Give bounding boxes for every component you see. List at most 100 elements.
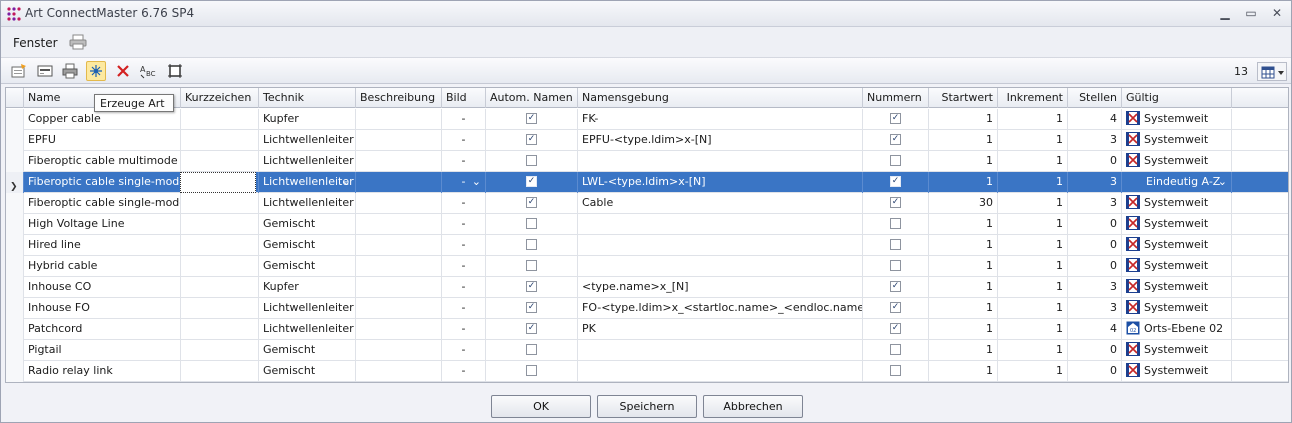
column-header-bild[interactable]: Bild xyxy=(442,88,486,108)
row-indicator[interactable] xyxy=(6,130,24,151)
cell-inkrement[interactable]: 1 xyxy=(998,298,1068,319)
cell-nummern[interactable]: ✓ xyxy=(863,130,929,151)
cell-kurzzeichen[interactable] xyxy=(181,193,259,214)
cell-namensgebung[interactable] xyxy=(578,256,863,277)
cell-namensgebung[interactable] xyxy=(578,340,863,361)
cell-startwert[interactable]: 1 xyxy=(929,235,998,256)
cell-autom-namen[interactable]: ✓ xyxy=(486,172,578,193)
checkbox[interactable] xyxy=(526,238,537,250)
frame-icon[interactable] xyxy=(165,61,185,81)
cell-startwert[interactable]: 1 xyxy=(929,130,998,151)
cell-name[interactable]: Patchcord xyxy=(24,319,181,340)
checkbox[interactable] xyxy=(890,217,901,229)
checkbox[interactable]: ✓ xyxy=(526,280,537,292)
checkbox[interactable]: ✓ xyxy=(890,175,901,187)
table-row[interactable]: ❯ Fiberoptic cable single-mode Lichtwellen… xyxy=(6,172,1288,193)
column-header-stellen[interactable]: Stellen xyxy=(1068,88,1122,108)
cell-gueltig[interactable]: Systemweit xyxy=(1122,277,1232,298)
cell-nummern[interactable] xyxy=(863,361,929,382)
checkbox[interactable]: ✓ xyxy=(890,280,901,292)
cell-inkrement[interactable]: 1 xyxy=(998,340,1068,361)
cell-stellen[interactable]: 0 xyxy=(1068,235,1122,256)
cell-autom-namen[interactable]: ✓ xyxy=(486,130,578,151)
cell-name[interactable]: Hired line xyxy=(24,235,181,256)
cell-bild[interactable]: - xyxy=(442,214,486,235)
cell-startwert[interactable]: 1 xyxy=(929,277,998,298)
cell-name[interactable]: Radio relay link xyxy=(24,361,181,382)
cell-startwert[interactable]: 1 xyxy=(929,340,998,361)
cell-bild[interactable]: - xyxy=(442,277,486,298)
cell-bild[interactable]: - xyxy=(442,298,486,319)
cell-autom-namen[interactable] xyxy=(486,214,578,235)
cell-nummern[interactable]: ✓ xyxy=(863,109,929,130)
table-row[interactable]: High Voltage Line Gemischt - 1 1 0 Systemweit xyxy=(6,214,1288,235)
cell-bild[interactable]: - xyxy=(442,340,486,361)
checkbox[interactable]: ✓ xyxy=(890,322,901,334)
close-icon[interactable]: ✕ xyxy=(1269,5,1285,21)
checkbox[interactable]: ✓ xyxy=(526,301,537,313)
column-header-kurzzeichen[interactable]: Kurzzeichen xyxy=(181,88,259,108)
cell-stellen[interactable]: 0 xyxy=(1068,340,1122,361)
cell-startwert[interactable]: 30 xyxy=(929,193,998,214)
cell-namensgebung[interactable]: FO-<type.ldim>x_<startloc.name>_<endloc.… xyxy=(578,298,863,319)
table-row[interactable]: Hired line Gemischt - 1 1 0 Systemweit xyxy=(6,235,1288,256)
checkbox[interactable]: ✓ xyxy=(890,196,901,208)
column-header-startwert[interactable]: Startwert xyxy=(929,88,998,108)
cell-bild[interactable]: - xyxy=(442,319,486,340)
cell-kurzzeichen[interactable] xyxy=(181,151,259,172)
cell-bild[interactable]: - xyxy=(442,109,486,130)
cell-name[interactable]: Fiberoptic cable single-mode SP xyxy=(24,193,181,214)
row-indicator[interactable]: ❯ xyxy=(6,172,24,193)
cell-bild[interactable]: - xyxy=(442,193,486,214)
cell-kurzzeichen[interactable] xyxy=(181,340,259,361)
row-indicator[interactable] xyxy=(6,340,24,361)
cell-stellen[interactable]: 3 xyxy=(1068,298,1122,319)
cell-gueltig[interactable]: 02 Orts-Ebene 02 xyxy=(1122,319,1232,340)
cell-beschreibung[interactable] xyxy=(356,193,442,214)
cell-name[interactable]: Copper cable xyxy=(24,109,181,130)
cell-bild[interactable]: - xyxy=(442,130,486,151)
cell-name[interactable]: Pigtail xyxy=(24,340,181,361)
cell-technik[interactable]: Lichtwellenleiter xyxy=(259,151,356,172)
cell-namensgebung[interactable] xyxy=(578,361,863,382)
cell-kurzzeichen[interactable] xyxy=(181,298,259,319)
table-row[interactable]: Fiberoptic cable multimode Lichtwellenlei… xyxy=(6,151,1288,172)
cell-kurzzeichen[interactable] xyxy=(181,256,259,277)
column-header-technik[interactable]: Technik xyxy=(259,88,356,108)
checkbox[interactable]: ✓ xyxy=(526,196,537,208)
checkbox[interactable]: ✓ xyxy=(890,112,901,124)
cell-stellen[interactable]: 0 xyxy=(1068,256,1122,277)
checkbox[interactable]: ✓ xyxy=(526,133,537,145)
cell-stellen[interactable]: 0 xyxy=(1068,151,1122,172)
cell-beschreibung[interactable] xyxy=(356,298,442,319)
cell-autom-namen[interactable]: ✓ xyxy=(486,109,578,130)
cell-inkrement[interactable]: 1 xyxy=(998,214,1068,235)
cell-namensgebung[interactable]: LWL-<type.ldim>x-[N] xyxy=(578,172,863,193)
cell-namensgebung[interactable] xyxy=(578,235,863,256)
cell-nummern[interactable] xyxy=(863,256,929,277)
column-chooser-button[interactable] xyxy=(1257,62,1287,81)
checkbox[interactable] xyxy=(526,364,537,376)
cell-nummern[interactable]: ✓ xyxy=(863,277,929,298)
checkbox[interactable] xyxy=(890,238,901,250)
cell-stellen[interactable]: 0 xyxy=(1068,214,1122,235)
table-row[interactable]: EPFU Lichtwellenleiter - ✓ EPFU-<type.ldim>x… xyxy=(6,130,1288,151)
save-button[interactable]: Speichern xyxy=(597,395,697,418)
cell-kurzzeichen[interactable] xyxy=(181,130,259,151)
cell-nummern[interactable] xyxy=(863,214,929,235)
cell-technik[interactable]: Kupfer xyxy=(259,277,356,298)
cell-inkrement[interactable]: 1 xyxy=(998,109,1068,130)
cancel-button[interactable]: Abbrechen xyxy=(703,395,803,418)
cell-beschreibung[interactable] xyxy=(356,256,442,277)
table-row[interactable]: Inhouse CO Kupfer - ✓ <type.name>x_[N] ✓ 1 1 3 Sy… xyxy=(6,277,1288,298)
row-indicator[interactable] xyxy=(6,277,24,298)
cell-technik[interactable]: Lichtwellenleiter xyxy=(259,130,356,151)
cell-beschreibung[interactable] xyxy=(356,277,442,298)
cell-gueltig[interactable]: Systemweit xyxy=(1122,256,1232,277)
ok-button[interactable]: OK xyxy=(491,395,591,418)
chevron-down-icon[interactable]: ⌄ xyxy=(1218,172,1227,192)
cell-stellen[interactable]: 4 xyxy=(1068,109,1122,130)
checkbox[interactable]: ✓ xyxy=(890,301,901,313)
checkbox[interactable] xyxy=(890,259,901,271)
checkbox[interactable] xyxy=(890,154,901,166)
